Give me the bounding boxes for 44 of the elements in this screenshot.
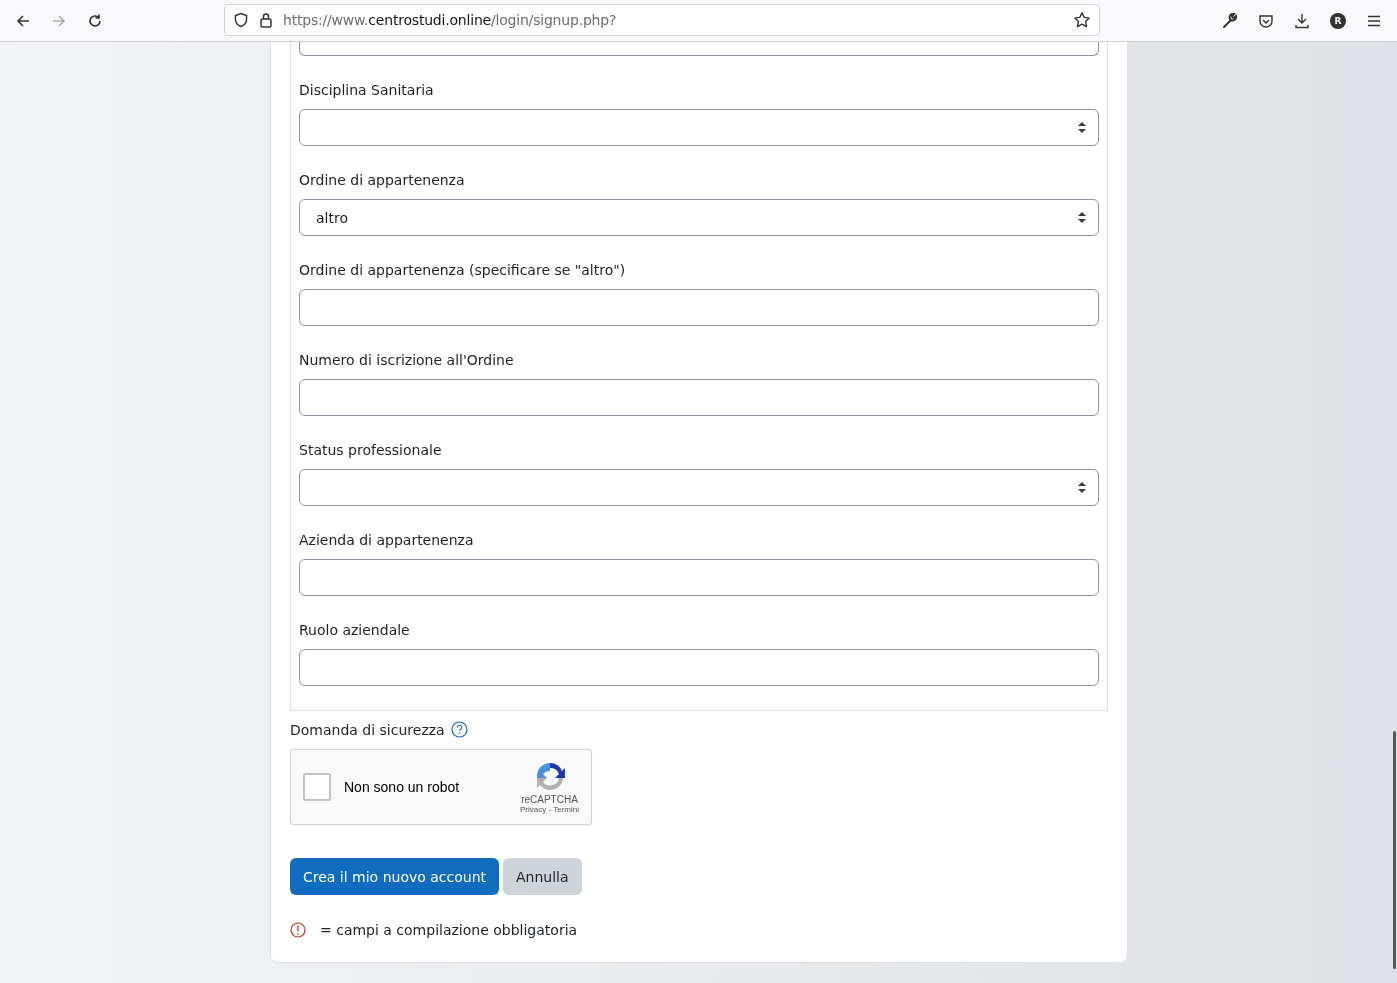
captcha-label: Non sono un robot — [344, 779, 460, 795]
field-label: Ordine di appartenenza — [299, 171, 465, 190]
account-avatar[interactable]: R — [1330, 13, 1346, 29]
field-label: Ordine di appartenenza (specificare se "altro") — [299, 261, 626, 280]
sort-arrows-icon — [1078, 212, 1086, 223]
required-note: = campi a compilazione obbligatoria — [320, 921, 578, 938]
download-icon[interactable] — [1294, 13, 1310, 29]
select-field[interactable] — [299, 469, 1099, 506]
field-label: Ruolo aziendale — [299, 621, 410, 640]
menu-icon[interactable] — [1366, 13, 1382, 29]
reload-icon[interactable] — [87, 13, 103, 29]
pocket-icon[interactable] — [1258, 13, 1274, 29]
sort-arrows-icon — [1078, 482, 1086, 493]
captcha-checkbox[interactable] — [303, 773, 331, 801]
shield-icon[interactable] — [233, 12, 249, 28]
field-label: Disciplina Sanitaria — [299, 81, 434, 100]
select-value: altro — [316, 209, 348, 226]
scrollbar-thumb[interactable] — [1393, 731, 1396, 969]
input-field[interactable] — [299, 379, 1099, 416]
captcha-brand: reCAPTCHA — [521, 794, 578, 805]
help-icon[interactable] — [450, 721, 468, 738]
select-field[interactable]: altro — [299, 199, 1099, 236]
field-label: Status professionale — [299, 441, 442, 460]
lock-icon[interactable] — [259, 12, 273, 28]
input-field[interactable] — [299, 559, 1099, 596]
back-icon[interactable] — [15, 13, 31, 29]
field-label: Numero di iscrizione all'Ordine — [299, 351, 514, 370]
star-icon[interactable] — [1073, 11, 1091, 29]
sort-arrows-icon — [1078, 122, 1086, 133]
field-label: Domanda di sicurezza — [290, 721, 445, 738]
terms-link[interactable]: Termini — [553, 805, 579, 814]
field-label: Azienda di appartenenza — [299, 531, 474, 550]
wrench-icon[interactable] — [1222, 13, 1238, 29]
privacy-link[interactable]: Privacy — [520, 805, 547, 814]
link-separator: - — [548, 805, 552, 814]
select-field[interactable] — [299, 109, 1099, 146]
url-text: https://www.centrostudi.online/login/signup.php? — [283, 12, 617, 28]
input-field[interactable] — [299, 649, 1099, 686]
required-icon — [290, 921, 306, 938]
address-bar[interactable]: https://www.centrostudi.online/login/signup.php? — [224, 4, 1100, 36]
cancel-button[interactable]: Annulla — [503, 858, 582, 895]
create-account-button[interactable]: Crea il mio nuovo account — [290, 858, 500, 895]
input-field[interactable] — [299, 42, 1099, 56]
input-field[interactable] — [299, 289, 1099, 326]
